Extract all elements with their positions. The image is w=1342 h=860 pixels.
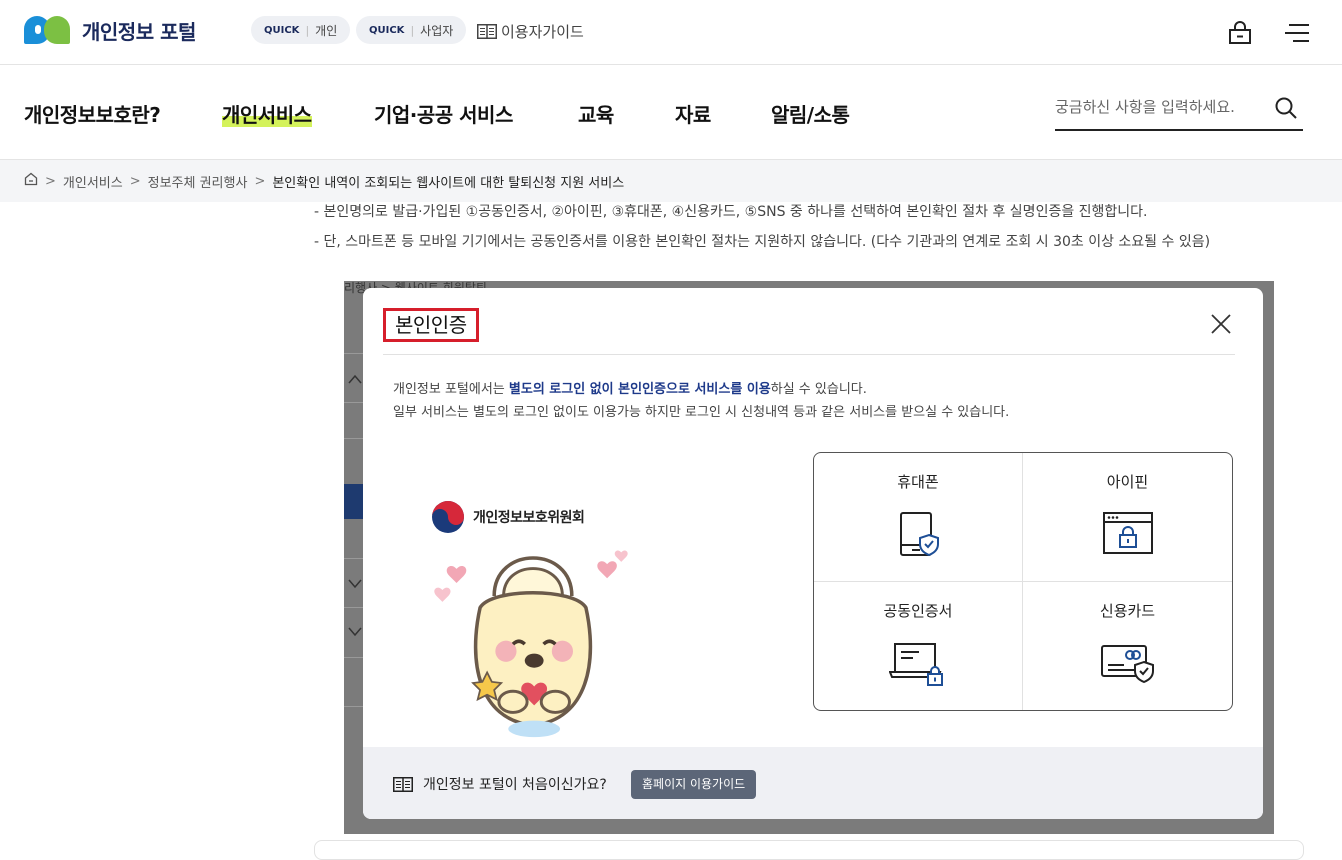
desc-highlight: 별도의 로그인 없이 본인인증으로 서비스를 이용 <box>508 382 771 397</box>
quick-personal-button[interactable]: QUICK | 개인 <box>251 16 351 44</box>
footer-label: 개인정보 포털이 처음이신가요? <box>423 777 607 793</box>
site-logo[interactable]: 개인정보 포털 <box>24 14 196 46</box>
browser-lock-icon <box>1102 512 1153 554</box>
info-line-1: - 본인명의로 발급·가입된 ①공동인증서, ②아이핀, ③휴대폰, ④신용카드… <box>314 204 1148 220</box>
phone-shield-icon <box>900 512 939 557</box>
nav-label: 기업·공공 서비스 <box>374 103 513 127</box>
nav-label: 알림/소통 <box>771 103 850 127</box>
mascot-illustration <box>434 550 628 738</box>
taegeuk-icon <box>432 501 464 533</box>
modal-footer: 개인정보 포털이 처음이신가요? 홈페이지 이용가이드 <box>363 747 1263 819</box>
desc-text: 개인정보 포털에서는 <box>393 382 509 397</box>
nav-label: 교육 <box>578 103 614 127</box>
chevron-down-icon <box>348 627 362 637</box>
top-bar: 개인정보 포털 QUICK | 개인 QUICK | 사업자 이용자가이드 <box>0 0 1342 65</box>
auth-option-phone[interactable]: 휴대폰 <box>814 453 1023 582</box>
auth-option-label: 공동인증서 <box>883 601 953 620</box>
nav-label: 개인정보보호란? <box>24 103 161 127</box>
book-icon <box>393 776 413 792</box>
org-logo: 개인정보보호위원회 <box>431 500 585 534</box>
breadcrumb-current: 본인확인 내역이 조회되는 웹사이트에 대한 탈퇴신청 지원 서비스 <box>272 175 625 191</box>
auth-option-ipin[interactable]: 아이핀 <box>1023 453 1232 582</box>
logo-text: 개인정보 포털 <box>82 19 196 44</box>
nav-item-personal-service[interactable]: 개인서비스 <box>222 99 312 128</box>
modal-description-1: 개인정보 포털에서는 별도의 로그인 없이 본인인증으로 서비스를 이용하실 수… <box>393 378 867 397</box>
quick-label: 사업자 <box>420 23 454 38</box>
auth-options: 휴대폰 아이핀 공동인증서 신용카드 <box>813 452 1233 711</box>
search-icon[interactable] <box>1275 97 1297 123</box>
logo-mark <box>24 14 72 46</box>
homepage-guide-button[interactable]: 홈페이지 이용가이드 <box>631 770 757 799</box>
home-icon[interactable] <box>24 172 38 190</box>
nav-item-privacy[interactable]: 개인정보보호란? <box>24 99 161 128</box>
chevron-right-icon: > <box>45 173 56 189</box>
chevron-down-icon <box>348 579 362 589</box>
auth-option-label: 휴대폰 <box>897 473 939 491</box>
auth-option-label: 아이핀 <box>1106 473 1149 491</box>
org-name: 개인정보보호위원회 <box>473 510 585 526</box>
nav-item-education[interactable]: 교육 <box>578 99 614 128</box>
auth-option-label: 신용카드 <box>1099 601 1156 620</box>
desc-text: 하실 수 있습니다. <box>770 382 867 397</box>
book-icon <box>477 24 497 39</box>
quick-tag: QUICK <box>369 24 405 36</box>
breadcrumb-item[interactable]: 정보주체 권리행사 <box>148 172 248 191</box>
laptop-lock-icon <box>889 642 943 686</box>
main-nav: 개인정보보호란? 개인서비스 기업·공공 서비스 교육 자료 알림/소통 <box>0 65 1342 160</box>
user-guide-label: 이용자가이드 <box>501 23 584 41</box>
nav-item-resources[interactable]: 자료 <box>675 99 711 128</box>
close-icon <box>1211 314 1231 334</box>
close-button[interactable] <box>1209 312 1233 336</box>
nav-item-business-service[interactable]: 기업·공공 서비스 <box>374 99 513 128</box>
menu-icon[interactable] <box>1285 23 1309 47</box>
quick-label: 개인 <box>315 23 338 38</box>
search-box <box>1055 87 1303 131</box>
search-input[interactable] <box>1055 87 1255 127</box>
background-active-tab <box>344 484 363 519</box>
card-shield-icon <box>1100 644 1154 683</box>
auth-option-certificate[interactable]: 공동인증서 <box>814 581 1023 710</box>
breadcrumb-item[interactable]: 개인서비스 <box>63 172 123 191</box>
content-box <box>314 840 1304 860</box>
nav-label: 개인서비스 <box>222 103 312 127</box>
user-guide-link[interactable]: 이용자가이드 <box>477 21 584 42</box>
nav-label: 자료 <box>675 103 711 127</box>
chevron-right-icon: > <box>254 173 266 189</box>
modal-title: 본인인증 <box>383 308 479 342</box>
breadcrumb: > 개인서비스 > 정보주체 권리행사 > 본인확인 내역이 조회되는 웹사이트… <box>0 160 1342 202</box>
info-line-2: - 단, 스마트폰 등 모바일 기기에서는 공동인증서를 이용한 본인확인 절차… <box>314 234 1211 250</box>
footer-guide-text: 개인정보 포털이 처음이신가요? <box>393 774 607 794</box>
chevron-up-icon <box>348 374 362 384</box>
quick-business-button[interactable]: QUICK | 사업자 <box>356 16 467 44</box>
nav-item-notice[interactable]: 알림/소통 <box>771 99 850 128</box>
modal-description-2: 일부 서비스는 별도의 로그인 없이도 이용가능 하지만 로그인 시 신청내역 … <box>393 405 1010 420</box>
chevron-right-icon: > <box>129 173 141 189</box>
quick-tag: QUICK <box>264 24 300 36</box>
auth-option-credit-card[interactable]: 신용카드 <box>1023 582 1232 711</box>
lock-icon[interactable] <box>1228 20 1252 48</box>
auth-modal: 본인인증 개인정보 포털에서는 별도의 로그인 없이 본인인증으로 서비스를 이… <box>363 288 1263 819</box>
modal-header: 본인인증 <box>383 308 1235 355</box>
